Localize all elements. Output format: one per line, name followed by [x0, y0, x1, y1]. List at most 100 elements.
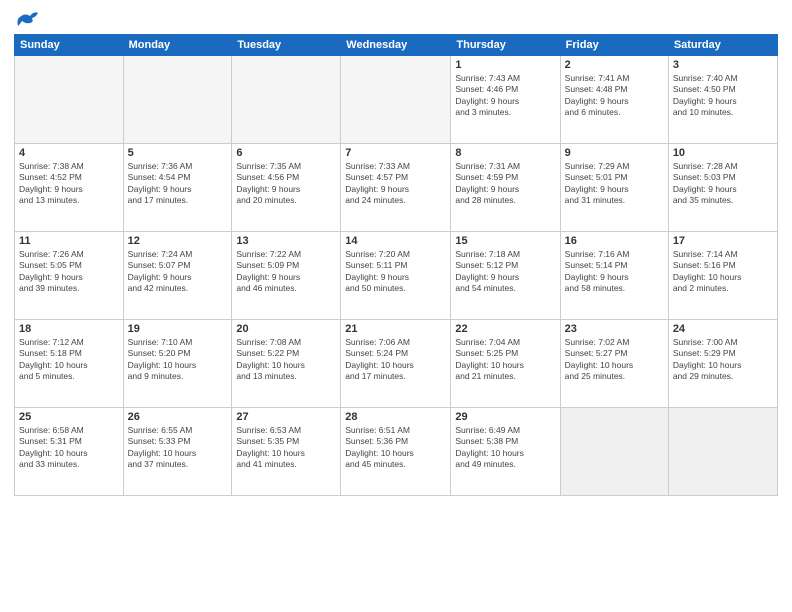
- calendar-week-row: 1 Sunrise: 7:43 AM Sunset: 4:46 PM Daylig…: [15, 56, 778, 144]
- day-info: Sunrise: 7:08 AM Sunset: 5:22 PM Dayligh…: [236, 337, 336, 383]
- calendar-week-row: 11 Sunrise: 7:26 AM Sunset: 5:05 PM Dayli…: [15, 232, 778, 320]
- day-info: Sunrise: 7:33 AM Sunset: 4:57 PM Dayligh…: [345, 161, 446, 207]
- day-info: Sunrise: 7:22 AM Sunset: 5:09 PM Dayligh…: [236, 249, 336, 295]
- day-number: 25: [19, 411, 119, 423]
- calendar-cell: 26 Sunrise: 6:55 AM Sunset: 5:33 PM Dayli…: [123, 408, 232, 496]
- day-number: 21: [345, 323, 446, 335]
- day-info: Sunrise: 6:51 AM Sunset: 5:36 PM Dayligh…: [345, 425, 446, 471]
- calendar-cell: 13 Sunrise: 7:22 AM Sunset: 5:09 PM Dayli…: [232, 232, 341, 320]
- day-info: Sunrise: 7:40 AM Sunset: 4:50 PM Dayligh…: [673, 73, 773, 119]
- page: SundayMondayTuesdayWednesdayThursdayFrid…: [0, 0, 792, 612]
- day-number: 10: [673, 147, 773, 159]
- day-number: 1: [455, 59, 555, 71]
- calendar-cell: [15, 56, 124, 144]
- calendar-header-saturday: Saturday: [668, 35, 777, 56]
- calendar-cell: 4 Sunrise: 7:38 AM Sunset: 4:52 PM Daylig…: [15, 144, 124, 232]
- calendar-cell: 5 Sunrise: 7:36 AM Sunset: 4:54 PM Daylig…: [123, 144, 232, 232]
- calendar-cell: 28Sunrise: 6:51 AM Sunset: 5:36 PM Dayli…: [341, 408, 451, 496]
- day-number: 3: [673, 59, 773, 71]
- logo-bird-icon: [16, 10, 40, 28]
- day-number: 5: [128, 147, 228, 159]
- calendar-cell: 17 Sunrise: 7:14 AM Sunset: 5:16 PM Dayli…: [668, 232, 777, 320]
- calendar-header-row: SundayMondayTuesdayWednesdayThursdayFrid…: [15, 35, 778, 56]
- calendar-cell: 18Sunrise: 7:12 AM Sunset: 5:18 PM Dayli…: [15, 320, 124, 408]
- day-number: 14: [345, 235, 446, 247]
- day-number: 8: [455, 147, 555, 159]
- calendar-cell: [123, 56, 232, 144]
- calendar-cell: 12 Sunrise: 7:24 AM Sunset: 5:07 PM Dayli…: [123, 232, 232, 320]
- day-info: Sunrise: 6:55 AM Sunset: 5:33 PM Dayligh…: [128, 425, 228, 471]
- calendar-cell: 9Sunrise: 7:29 AM Sunset: 5:01 PM Daylig…: [560, 144, 668, 232]
- day-number: 29: [455, 411, 555, 423]
- calendar-header-sunday: Sunday: [15, 35, 124, 56]
- calendar-cell: [560, 408, 668, 496]
- day-info: Sunrise: 7:29 AM Sunset: 5:01 PM Dayligh…: [565, 161, 664, 207]
- day-number: 24: [673, 323, 773, 335]
- day-number: 11: [19, 235, 119, 247]
- logo: [14, 10, 40, 28]
- calendar-week-row: 25 Sunrise: 6:58 AM Sunset: 5:31 PM Dayli…: [15, 408, 778, 496]
- calendar-cell: [232, 56, 341, 144]
- day-number: 2: [565, 59, 664, 71]
- calendar: SundayMondayTuesdayWednesdayThursdayFrid…: [14, 34, 778, 496]
- day-number: 7: [345, 147, 446, 159]
- day-number: 16: [565, 235, 664, 247]
- calendar-week-row: 18Sunrise: 7:12 AM Sunset: 5:18 PM Dayli…: [15, 320, 778, 408]
- day-info: Sunrise: 7:41 AM Sunset: 4:48 PM Dayligh…: [565, 73, 664, 119]
- calendar-header-monday: Monday: [123, 35, 232, 56]
- calendar-header-tuesday: Tuesday: [232, 35, 341, 56]
- calendar-cell: 19Sunrise: 7:10 AM Sunset: 5:20 PM Dayli…: [123, 320, 232, 408]
- calendar-cell: 25 Sunrise: 6:58 AM Sunset: 5:31 PM Dayli…: [15, 408, 124, 496]
- day-number: 4: [19, 147, 119, 159]
- calendar-cell: [341, 56, 451, 144]
- calendar-header-thursday: Thursday: [451, 35, 560, 56]
- day-info: Sunrise: 7:14 AM Sunset: 5:16 PM Dayligh…: [673, 249, 773, 295]
- day-info: Sunrise: 7:16 AM Sunset: 5:14 PM Dayligh…: [565, 249, 664, 295]
- day-info: Sunrise: 7:28 AM Sunset: 5:03 PM Dayligh…: [673, 161, 773, 207]
- day-info: Sunrise: 6:58 AM Sunset: 5:31 PM Dayligh…: [19, 425, 119, 471]
- calendar-cell: 3 Sunrise: 7:40 AM Sunset: 4:50 PM Daylig…: [668, 56, 777, 144]
- day-number: 15: [455, 235, 555, 247]
- day-number: 12: [128, 235, 228, 247]
- calendar-cell: 1 Sunrise: 7:43 AM Sunset: 4:46 PM Daylig…: [451, 56, 560, 144]
- day-number: 17: [673, 235, 773, 247]
- calendar-cell: 2 Sunrise: 7:41 AM Sunset: 4:48 PM Daylig…: [560, 56, 668, 144]
- day-number: 13: [236, 235, 336, 247]
- calendar-cell: 15 Sunrise: 7:18 AM Sunset: 5:12 PM Dayli…: [451, 232, 560, 320]
- day-number: 22: [455, 323, 555, 335]
- calendar-week-row: 4 Sunrise: 7:38 AM Sunset: 4:52 PM Daylig…: [15, 144, 778, 232]
- calendar-cell: 7 Sunrise: 7:33 AM Sunset: 4:57 PM Daylig…: [341, 144, 451, 232]
- day-number: 20: [236, 323, 336, 335]
- calendar-cell: 21Sunrise: 7:06 AM Sunset: 5:24 PM Dayli…: [341, 320, 451, 408]
- calendar-cell: 27Sunrise: 6:53 AM Sunset: 5:35 PM Dayli…: [232, 408, 341, 496]
- day-info: Sunrise: 7:36 AM Sunset: 4:54 PM Dayligh…: [128, 161, 228, 207]
- day-info: Sunrise: 7:04 AM Sunset: 5:25 PM Dayligh…: [455, 337, 555, 383]
- calendar-cell: 8 Sunrise: 7:31 AM Sunset: 4:59 PM Daylig…: [451, 144, 560, 232]
- day-info: Sunrise: 7:35 AM Sunset: 4:56 PM Dayligh…: [236, 161, 336, 207]
- day-info: Sunrise: 7:43 AM Sunset: 4:46 PM Dayligh…: [455, 73, 555, 119]
- day-info: Sunrise: 7:31 AM Sunset: 4:59 PM Dayligh…: [455, 161, 555, 207]
- calendar-header-friday: Friday: [560, 35, 668, 56]
- calendar-cell: 11 Sunrise: 7:26 AM Sunset: 5:05 PM Dayli…: [15, 232, 124, 320]
- day-info: Sunrise: 7:26 AM Sunset: 5:05 PM Dayligh…: [19, 249, 119, 295]
- calendar-cell: 23Sunrise: 7:02 AM Sunset: 5:27 PM Dayli…: [560, 320, 668, 408]
- day-info: Sunrise: 7:12 AM Sunset: 5:18 PM Dayligh…: [19, 337, 119, 383]
- calendar-cell: 29Sunrise: 6:49 AM Sunset: 5:38 PM Dayli…: [451, 408, 560, 496]
- calendar-header-wednesday: Wednesday: [341, 35, 451, 56]
- day-number: 6: [236, 147, 336, 159]
- day-info: Sunrise: 7:18 AM Sunset: 5:12 PM Dayligh…: [455, 249, 555, 295]
- calendar-cell: 10 Sunrise: 7:28 AM Sunset: 5:03 PM Dayli…: [668, 144, 777, 232]
- day-number: 23: [565, 323, 664, 335]
- day-info: Sunrise: 7:38 AM Sunset: 4:52 PM Dayligh…: [19, 161, 119, 207]
- day-number: 26: [128, 411, 228, 423]
- day-info: Sunrise: 7:24 AM Sunset: 5:07 PM Dayligh…: [128, 249, 228, 295]
- day-number: 27: [236, 411, 336, 423]
- calendar-cell: 22 Sunrise: 7:04 AM Sunset: 5:25 PM Dayli…: [451, 320, 560, 408]
- header: [14, 10, 778, 28]
- calendar-cell: 6 Sunrise: 7:35 AM Sunset: 4:56 PM Daylig…: [232, 144, 341, 232]
- calendar-cell: 16 Sunrise: 7:16 AM Sunset: 5:14 PM Dayli…: [560, 232, 668, 320]
- calendar-cell: 20 Sunrise: 7:08 AM Sunset: 5:22 PM Dayli…: [232, 320, 341, 408]
- calendar-cell: 14Sunrise: 7:20 AM Sunset: 5:11 PM Dayli…: [341, 232, 451, 320]
- calendar-cell: 24Sunrise: 7:00 AM Sunset: 5:29 PM Dayli…: [668, 320, 777, 408]
- calendar-cell: [668, 408, 777, 496]
